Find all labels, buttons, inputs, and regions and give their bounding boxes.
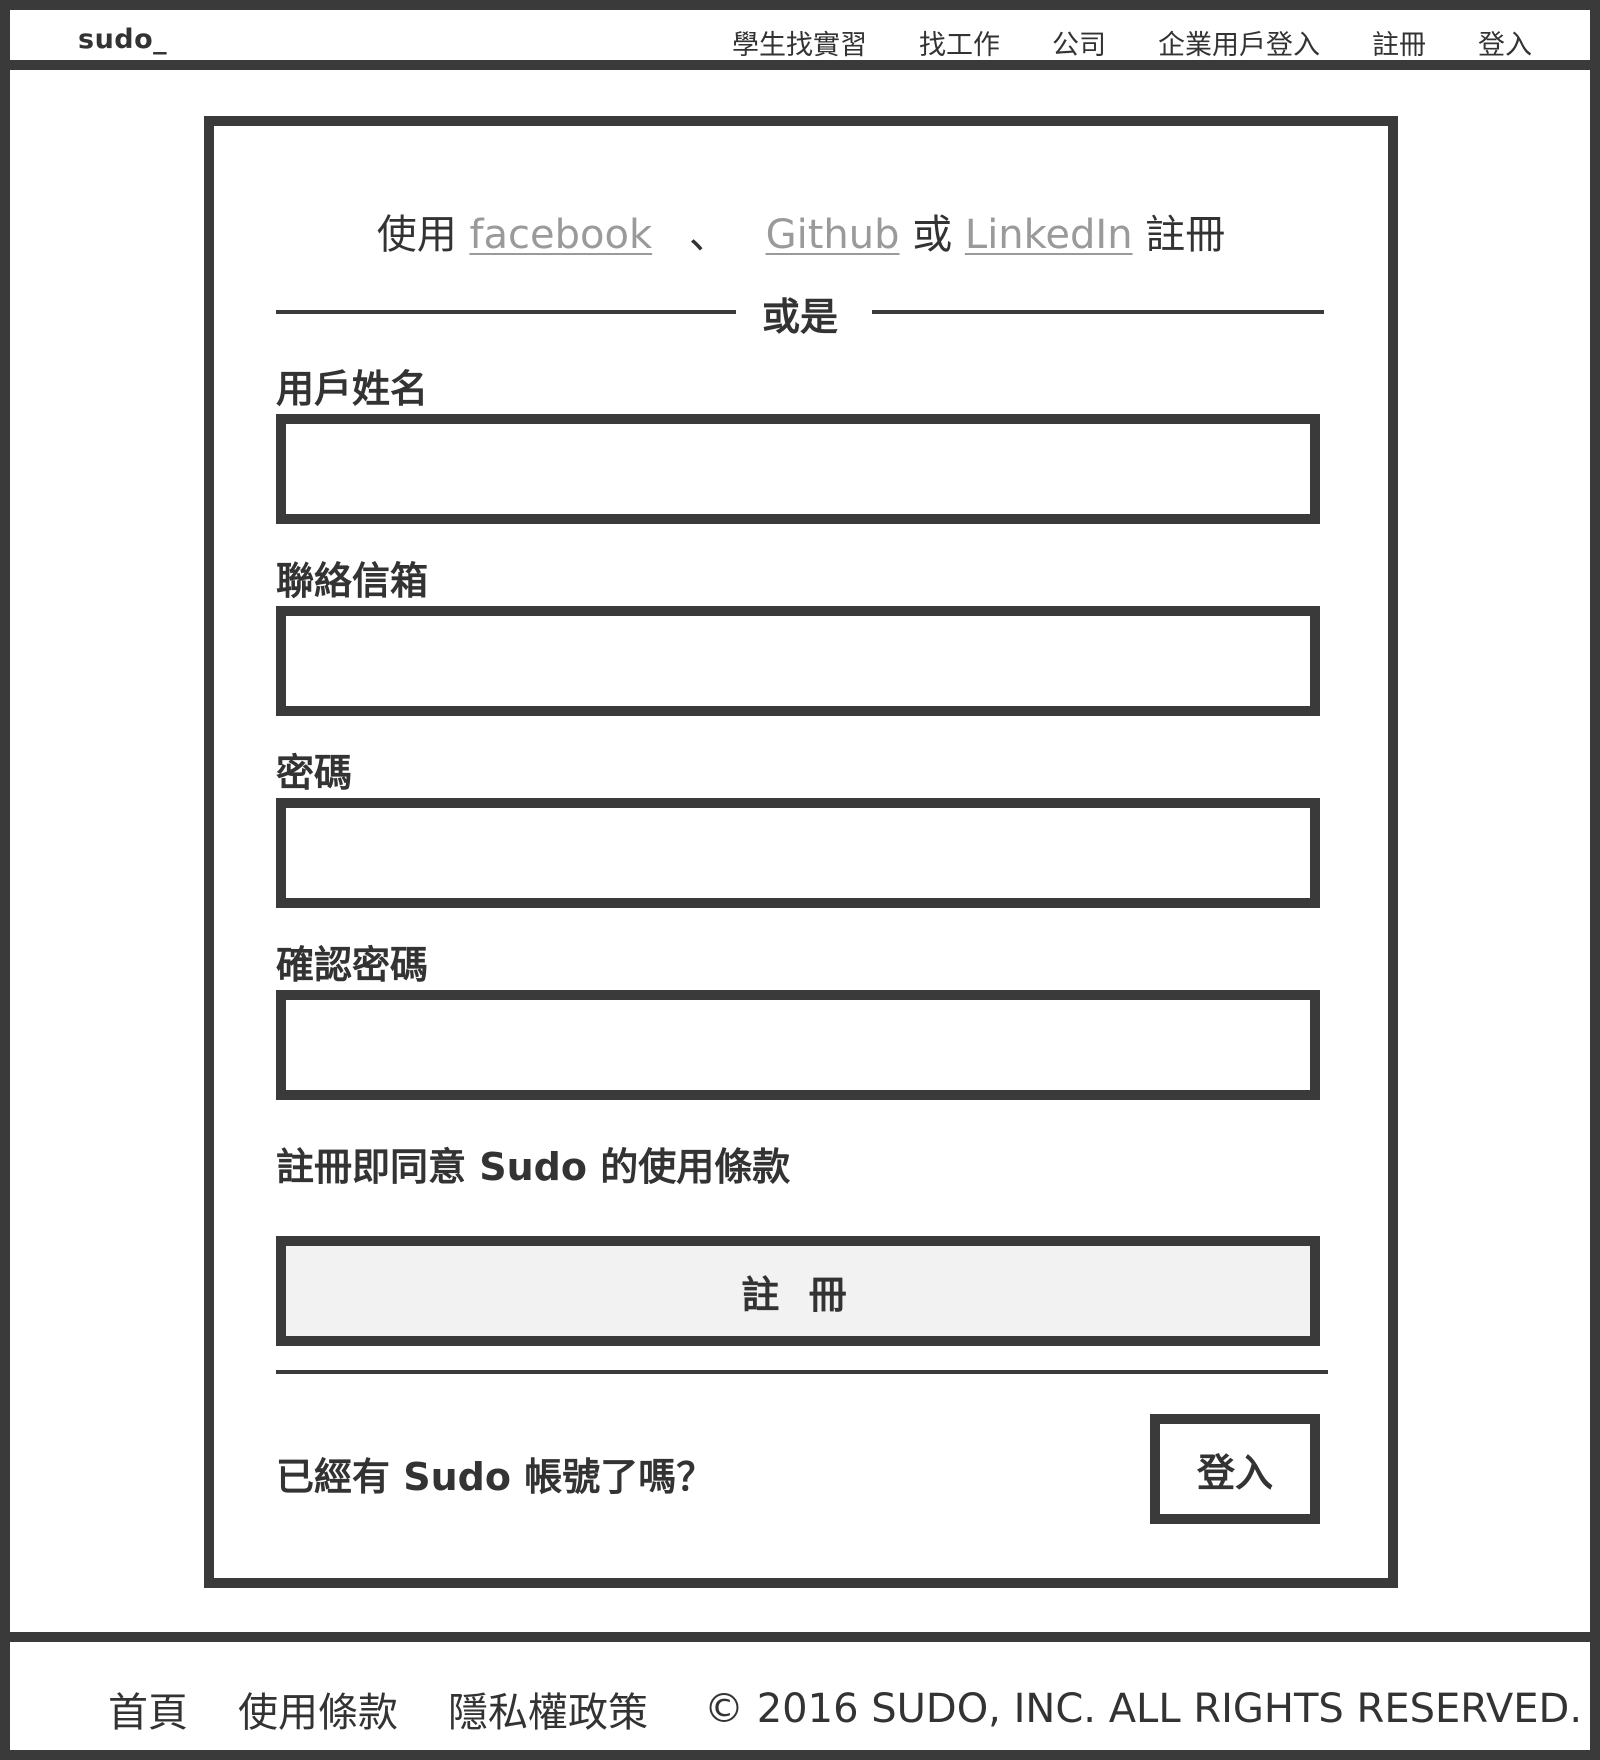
confirm-password-input[interactable] [276, 990, 1320, 1100]
footer-terms-link[interactable]: 使用條款 [238, 1680, 398, 1738]
footer-home-link[interactable]: 首頁 [108, 1680, 188, 1738]
password-input[interactable] [276, 798, 1320, 908]
have-account-text: 已經有 Sudo 帳號了嗎？ [276, 1455, 715, 1499]
nav-student-internship[interactable]: 學生找實習 [732, 23, 867, 62]
social-signup-line: 使用 facebook 、 Github 或 LinkedIn 註冊 [214, 202, 1388, 260]
register-button[interactable]: 註 冊 [276, 1236, 1320, 1346]
social-suffix: 註冊 [1145, 212, 1226, 258]
terms-text: 註冊即同意 Sudo 的使用條款 [276, 1145, 791, 1189]
nav-register[interactable]: 註冊 [1372, 23, 1426, 62]
facebook-link[interactable]: facebook [469, 212, 652, 258]
social-prefix: 使用 [376, 212, 457, 258]
email-input[interactable] [276, 606, 1320, 716]
signup-card: 使用 facebook 、 Github 或 LinkedIn 註冊 或是 用戶… [204, 116, 1398, 1588]
top-navbar: sudo_ 學生找實習 找工作 公司 企業用戶登入 註冊 登入 [10, 10, 1590, 70]
copyright-text: © 2016 SUDO, INC. ALL RIGHTS RESERVED. [704, 1686, 1583, 1732]
nav-login[interactable]: 登入 [1478, 23, 1532, 62]
confirm-password-label: 確認密碼 [276, 943, 429, 987]
login-button[interactable]: 登入 [1150, 1414, 1320, 1524]
footer-privacy-link[interactable]: 隱私權政策 [448, 1680, 648, 1738]
divider-line-right [872, 310, 1324, 314]
site-logo[interactable]: sudo_ [78, 24, 167, 55]
linkedin-link[interactable]: LinkedIn [965, 212, 1133, 258]
email-label: 聯絡信箱 [276, 559, 429, 603]
social-or: 或 [912, 212, 953, 258]
password-label: 密碼 [276, 751, 353, 795]
github-link[interactable]: Github [766, 212, 900, 258]
username-label: 用戶姓名 [276, 367, 429, 411]
footer-links: 首頁 使用條款 隱私權政策 © 2016 SUDO, INC. ALL RIGH… [108, 1680, 1582, 1738]
social-separator: 、 [688, 212, 729, 258]
site-footer: 首頁 使用條款 隱私權政策 © 2016 SUDO, INC. ALL RIGH… [10, 1632, 1590, 1750]
or-divider: 或是 [276, 286, 1324, 339]
nav-find-job[interactable]: 找工作 [919, 23, 1000, 62]
nav-company[interactable]: 公司 [1052, 23, 1106, 62]
main-nav: 學生找實習 找工作 公司 企業用戶登入 註冊 登入 [732, 23, 1532, 62]
card-divider [276, 1370, 1328, 1374]
nav-enterprise-login[interactable]: 企業用戶登入 [1158, 23, 1320, 62]
username-input[interactable] [276, 414, 1320, 524]
